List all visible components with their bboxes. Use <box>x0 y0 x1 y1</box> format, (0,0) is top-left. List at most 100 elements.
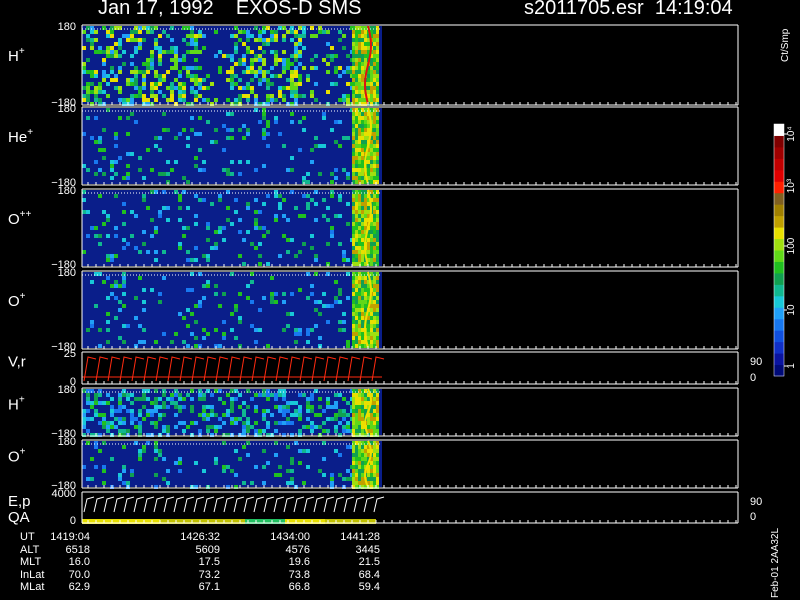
spec-cell <box>130 401 134 405</box>
spec-cell <box>352 288 355 292</box>
spec-cell <box>254 98 258 102</box>
spec-cell <box>358 449 361 453</box>
spec-cell <box>376 320 379 324</box>
spec-cell <box>86 82 90 86</box>
spec-cell <box>364 409 367 413</box>
spec-cell <box>364 405 367 409</box>
spec-cell <box>238 292 242 296</box>
spec-cell <box>370 90 373 94</box>
spec-cell <box>358 214 361 218</box>
spec-cell <box>376 234 379 238</box>
spec-cell <box>110 397 114 401</box>
spec-cell <box>302 176 306 180</box>
spec-cell <box>373 288 376 292</box>
spec-cell <box>370 98 373 102</box>
spec-cell <box>290 78 294 82</box>
spec-cell <box>373 30 376 34</box>
spec-cell <box>86 38 90 42</box>
spec-cell <box>373 164 376 168</box>
spec-cell <box>370 176 373 180</box>
spec-cell <box>282 50 286 54</box>
spec-cell <box>254 168 258 172</box>
spec-cell <box>373 324 376 328</box>
energy-trace <box>213 496 225 513</box>
spec-cell <box>352 86 355 90</box>
spec-cell <box>142 393 146 397</box>
spec-cell <box>361 148 364 152</box>
spec-cell <box>246 66 250 70</box>
spec-cell <box>355 136 358 140</box>
spec-cell <box>166 86 170 90</box>
colorbar-segment <box>774 158 784 171</box>
spec-cell <box>186 50 190 54</box>
spec-cell <box>210 393 214 397</box>
spec-cell <box>358 70 361 74</box>
spec-cell <box>154 421 158 425</box>
spec-cell <box>158 453 162 457</box>
spec-cell <box>138 156 142 160</box>
spec-cell <box>306 449 310 453</box>
spec-cell <box>334 214 338 218</box>
spec-cell <box>170 82 174 86</box>
spec-cell <box>278 393 282 397</box>
spec-cell <box>376 481 379 485</box>
spec-cell <box>122 210 126 214</box>
panel-label: H+ <box>8 395 25 414</box>
spec-cell <box>98 136 102 140</box>
spec-cell <box>290 74 294 78</box>
spec-cell <box>242 94 246 98</box>
spec-cell <box>266 70 270 74</box>
spec-cell <box>162 332 166 336</box>
spec-cell <box>182 397 186 401</box>
spec-cell <box>90 30 94 34</box>
spec-cell <box>266 144 270 148</box>
spec-cell <box>310 393 314 397</box>
spec-cell <box>298 429 302 433</box>
panel-3 <box>81 270 739 350</box>
spec-cell <box>134 316 138 320</box>
spec-cell <box>355 94 358 98</box>
ephemeris-value: 73.2 <box>198 568 220 581</box>
spec-cell <box>294 328 298 332</box>
spec-cell <box>352 308 355 312</box>
spec-cell <box>358 300 361 304</box>
spec-cell <box>358 194 361 198</box>
spec-cell <box>376 429 379 433</box>
spec-cell <box>361 413 364 417</box>
spec-cell <box>138 276 142 280</box>
spec-cell <box>352 340 355 344</box>
spec-cell <box>373 238 376 242</box>
spec-cell <box>342 425 346 429</box>
spec-cell <box>142 288 146 292</box>
spec-cell <box>266 86 270 90</box>
spec-cell <box>361 90 364 94</box>
spec-cell <box>106 54 110 58</box>
spec-cell <box>358 397 361 401</box>
spec-cell <box>274 62 278 66</box>
spec-cell <box>355 58 358 62</box>
spec-cell <box>364 132 367 136</box>
spec-cell <box>367 449 370 453</box>
spec-cell <box>352 324 355 328</box>
spec-cell <box>190 66 194 70</box>
spec-cell <box>278 74 282 78</box>
spec-cell <box>190 116 194 120</box>
spec-cell <box>373 332 376 336</box>
spec-cell <box>90 417 94 421</box>
spec-cell <box>222 168 226 172</box>
spec-cell <box>346 98 350 102</box>
colorbar-segment <box>774 124 784 136</box>
spec-cell <box>82 46 86 50</box>
panel-label: V,r <box>8 354 26 371</box>
spec-cell <box>182 38 186 42</box>
spec-cell <box>126 164 130 168</box>
spec-cell <box>142 82 146 86</box>
spec-cell <box>274 393 278 397</box>
spec-cell <box>102 421 106 425</box>
spec-cell <box>182 176 186 180</box>
spec-cell <box>230 58 234 62</box>
spec-cell <box>178 397 182 401</box>
spec-cell <box>122 469 126 473</box>
spec-cell <box>142 308 146 312</box>
spec-cell <box>346 66 350 70</box>
